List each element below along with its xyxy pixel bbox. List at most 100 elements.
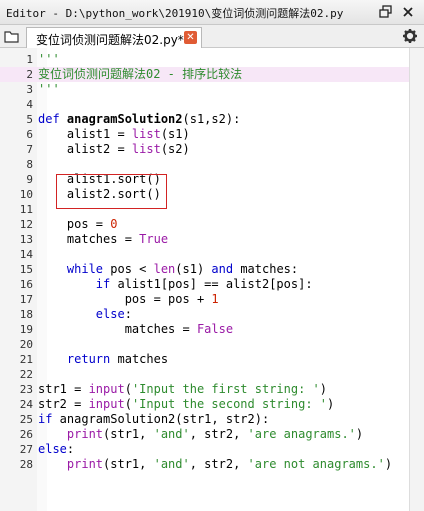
vertical-scrollbar[interactable] bbox=[409, 48, 424, 511]
code-line[interactable]: 20 bbox=[0, 337, 409, 352]
line-code: else: bbox=[38, 442, 74, 457]
code-token: list bbox=[131, 127, 161, 141]
line-number: 5 bbox=[26, 113, 33, 126]
line-code: 变位词侦测问题解法02 - 排序比较法 bbox=[38, 67, 242, 82]
code-token: ( bbox=[124, 397, 132, 411]
code-token: print bbox=[66, 427, 104, 441]
line-code: print(str1, 'and', str2, 'are not anagra… bbox=[38, 457, 392, 472]
line-code: return matches bbox=[38, 352, 168, 367]
code-token: pos < bbox=[103, 262, 154, 276]
code-line[interactable]: 14 bbox=[0, 247, 409, 262]
code-token: ) bbox=[355, 427, 364, 441]
line-number: 26 bbox=[19, 428, 33, 441]
code-token: False bbox=[196, 322, 234, 336]
code-line[interactable]: 25 if anagramSolution2(str1, str2): bbox=[0, 412, 409, 427]
code-token: 'Input the first string: ' bbox=[131, 382, 320, 396]
tab-editor-file[interactable]: 变位词侦测问题解法02.py* ✕ bbox=[26, 27, 202, 48]
code-line[interactable]: 16 if alist1[pos] == alist2[pos]: bbox=[0, 277, 409, 292]
code-line[interactable]: 3 ''' bbox=[0, 82, 409, 97]
code-token: 0 bbox=[110, 217, 118, 231]
code-line[interactable]: 18 else: bbox=[0, 307, 409, 322]
code-token: list bbox=[131, 142, 161, 156]
code-token: (s1) bbox=[175, 262, 212, 276]
line-number: 9 bbox=[26, 173, 33, 186]
code-line[interactable]: 4 bbox=[0, 97, 409, 112]
code-token: if bbox=[38, 412, 53, 426]
code-line[interactable]: 28 print(str1, 'and', str2, 'are not ana… bbox=[0, 457, 409, 472]
line-number: 24 bbox=[19, 398, 33, 411]
code-token: ( bbox=[124, 382, 132, 396]
code-token: else bbox=[95, 307, 125, 321]
code-line[interactable]: 19 matches = False bbox=[0, 322, 409, 337]
code-token: str2 = bbox=[38, 397, 89, 411]
code-editor[interactable]: 1 ''' 2 变位词侦测问题解法02 - 排序比较法 3 ''' 4 5 def anagra… bbox=[0, 48, 424, 511]
gear-icon[interactable] bbox=[402, 28, 418, 44]
tab-bar: 变位词侦测问题解法02.py* ✕ bbox=[0, 25, 424, 48]
code-line[interactable]: 12 pos = 0 bbox=[0, 217, 409, 232]
line-number: 20 bbox=[19, 338, 33, 351]
code-line[interactable]: 15 while pos < len(s1) and matches: bbox=[0, 262, 409, 277]
code-token: print bbox=[66, 457, 104, 471]
code-token: 变位词侦测问题解法02 - 排序比较法 bbox=[38, 67, 243, 81]
line-number: 15 bbox=[19, 263, 33, 276]
line-number: 18 bbox=[19, 308, 33, 321]
code-line[interactable]: 8 bbox=[0, 157, 409, 172]
code-token: len bbox=[153, 262, 176, 276]
line-code: def anagramSolution2(s1,s2): bbox=[38, 112, 240, 127]
line-number: 14 bbox=[19, 248, 33, 261]
window-title: Editor - D:\python_work\201910\变位词侦测问题解法… bbox=[6, 7, 344, 20]
code-token: anagramSolution2(str1, str2): bbox=[52, 412, 270, 426]
folder-icon[interactable] bbox=[4, 29, 20, 43]
line-number: 23 bbox=[19, 383, 33, 396]
code-line[interactable]: 5 def anagramSolution2(s1,s2): bbox=[0, 112, 409, 127]
code-line[interactable]: 22 bbox=[0, 367, 409, 382]
line-number: 22 bbox=[19, 368, 33, 381]
code-token: anagramSolution2 bbox=[66, 112, 183, 126]
code-line[interactable]: 26 print(str1, 'and', str2, 'are anagram… bbox=[0, 427, 409, 442]
restore-window-icon[interactable] bbox=[378, 4, 394, 20]
code-token: pos = bbox=[38, 217, 111, 231]
tab-close-icon[interactable]: ✕ bbox=[184, 31, 197, 44]
code-token: ) bbox=[319, 382, 328, 396]
code-line[interactable]: 1 ''' bbox=[0, 52, 409, 67]
code-token: input bbox=[88, 397, 125, 411]
code-line[interactable]: 2 变位词侦测问题解法02 - 排序比较法 bbox=[0, 67, 409, 82]
line-number: 2 bbox=[26, 68, 33, 81]
code-line[interactable]: 17 pos = pos + 1 bbox=[0, 292, 409, 307]
code-line[interactable]: 7 alist2 = list(s2) bbox=[0, 142, 409, 157]
line-code: matches = True bbox=[38, 232, 168, 247]
code-line[interactable]: 23 str1 = input('Input the first string: … bbox=[0, 382, 409, 397]
code-token: matches: bbox=[233, 262, 299, 276]
code-token: ''' bbox=[38, 52, 60, 66]
line-number: 12 bbox=[19, 218, 33, 231]
line-code: print(str1, 'and', str2, 'are anagrams.'… bbox=[38, 427, 363, 442]
code-token: str1 = bbox=[38, 382, 89, 396]
code-token: matches = bbox=[38, 232, 140, 246]
code-line[interactable]: 13 matches = True bbox=[0, 232, 409, 247]
line-code: ''' bbox=[38, 52, 60, 67]
code-token: matches = bbox=[38, 322, 197, 336]
code-token: (str1, bbox=[103, 427, 154, 441]
tab-label: 变位词侦测问题解法02.py* bbox=[36, 33, 184, 47]
code-line[interactable]: 27 else: bbox=[0, 442, 409, 457]
line-number: 1 bbox=[26, 53, 33, 66]
code-line[interactable]: 6 alist1 = list(s1) bbox=[0, 127, 409, 142]
code-token: , str2, bbox=[189, 427, 248, 441]
code-token: 'and' bbox=[153, 457, 190, 471]
code-line[interactable]: 24 str2 = input('Input the second string:… bbox=[0, 397, 409, 412]
code-token: 'and' bbox=[153, 427, 190, 441]
code-line[interactable]: 21 return matches bbox=[0, 352, 409, 367]
code-token: (s1,s2): bbox=[182, 112, 241, 126]
line-number: 3 bbox=[26, 83, 33, 96]
code-token: alist2 = bbox=[38, 142, 132, 156]
code-token: 'Input the second string: ' bbox=[131, 397, 328, 411]
code-token: True bbox=[139, 232, 169, 246]
close-window-icon[interactable] bbox=[400, 4, 416, 20]
code-token: alist1 = bbox=[38, 127, 132, 141]
code-token: (s2) bbox=[160, 142, 190, 156]
